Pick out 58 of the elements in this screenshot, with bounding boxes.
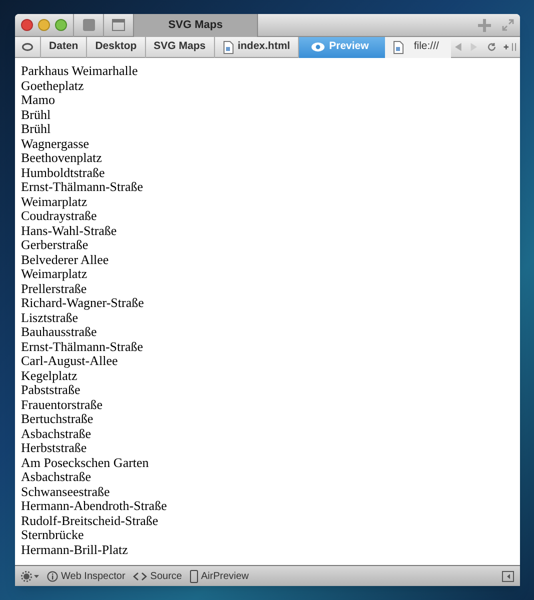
document-icon — [222, 40, 234, 54]
place-name: Hans-Wahl-Straße — [21, 224, 117, 238]
place-name: Herbststraße — [21, 441, 87, 456]
document-icon — [392, 40, 404, 54]
place-name: Humboldtstraße — [21, 166, 105, 180]
place-name: Hermann-Abendroth-Straße — [21, 499, 167, 514]
place-name: Parkhaus Weimarhalle — [21, 64, 138, 78]
status-bar-button[interactable]: AirPreview — [190, 568, 249, 584]
place-name: Belvederer Allee — [21, 252, 109, 267]
fullscreen-icon[interactable] — [502, 19, 514, 31]
place-name: Mamo — [21, 93, 55, 108]
place-name: Sternbrücke — [21, 528, 84, 542]
place-name: Weimarplatz — [21, 194, 88, 209]
breadcrumb-item[interactable]: SVG Maps — [144, 36, 214, 58]
window-tab[interactable]: SVG Maps — [133, 14, 258, 36]
place-name: Asbachstraße — [21, 426, 92, 441]
settings-icon[interactable] — [21, 570, 39, 582]
breadcrumb-item[interactable]: Daten — [40, 36, 86, 58]
add-column-icon[interactable] — [502, 42, 518, 52]
place-name: Carl-August-Allee — [21, 354, 118, 368]
reload-icon[interactable] — [487, 41, 497, 53]
place-name: Brühl — [21, 108, 51, 122]
place-name: Kegelplatz — [21, 368, 78, 383]
place-name: Schwanseestraße — [21, 484, 110, 499]
plus-icon[interactable] — [478, 18, 494, 32]
info-icon — [47, 570, 58, 582]
zoom-button[interactable] — [55, 19, 67, 31]
place-name: Prellerstraße — [21, 282, 87, 296]
place-name: Weimarplatz — [21, 267, 88, 282]
place-name: Brühl — [21, 122, 51, 136]
place-name: Rudolf-Breitscheid-Straße — [21, 514, 158, 528]
code-icon — [133, 572, 148, 580]
place-name: Bauhausstraße — [21, 325, 97, 340]
close-button[interactable] — [21, 19, 33, 31]
square-icon — [82, 19, 94, 31]
place-name: Bertuchstraße — [21, 412, 94, 426]
place-name: Lisztstraße — [21, 310, 78, 325]
place-name: Ernst-Thälmann-Straße — [21, 340, 144, 354]
phone-icon — [190, 570, 198, 582]
place-name: Wagnergasse — [21, 136, 90, 151]
place-name: Richard-Wagner-Straße — [21, 296, 144, 310]
place-name: Pabststraße — [21, 383, 80, 398]
breadcrumb-item[interactable]: Desktop — [86, 36, 145, 58]
place-name: Asbachstraße — [21, 470, 92, 484]
status-bar-button[interactable]: Source — [133, 568, 182, 584]
place-name: Am Poseckschen Garten — [21, 456, 149, 470]
panel-icon — [112, 19, 125, 31]
place-name: Hermann-Brill-Platz — [21, 542, 128, 557]
place-name: Coudraystraße — [21, 209, 97, 224]
place-name: Ernst-Thälmann-Straße — [21, 180, 144, 194]
back-arrow-icon[interactable] — [455, 42, 462, 52]
minimize-button[interactable] — [38, 19, 50, 31]
place-name: Frauentorstraße — [21, 398, 103, 412]
collapse-icon[interactable] — [502, 570, 514, 582]
place-name: Goetheplatz — [21, 78, 84, 93]
status-bar-button[interactable]: Web Inspector — [47, 568, 126, 584]
place-name: Gerberstraße — [21, 238, 88, 252]
place-name: Beethovenplatz — [21, 151, 102, 166]
